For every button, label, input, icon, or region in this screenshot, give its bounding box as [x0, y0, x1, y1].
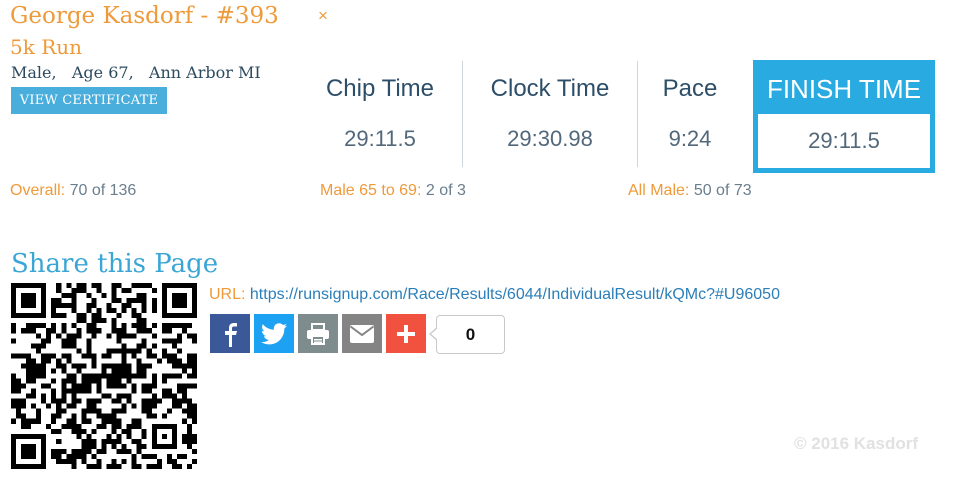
division-rank-label: Male 65 to 69:	[320, 182, 422, 199]
gender-rank-value: 50 of 73	[693, 182, 752, 199]
print-button[interactable]	[298, 314, 338, 353]
divider	[462, 61, 463, 167]
page-url: URL: https://runsignup.com/Race/Results/…	[209, 286, 780, 304]
finish-time-label: FINISH TIME	[766, 74, 922, 104]
runner-gender: Male,	[11, 63, 57, 82]
chip-time-value: 29:11.5	[344, 126, 416, 151]
overall-rank: Overall: 70 of 136	[10, 182, 136, 200]
runner-age: Age 67,	[71, 63, 134, 82]
finish-time-box: FINISH TIME 29:11.5	[753, 60, 935, 173]
twitter-share-button[interactable]	[254, 314, 294, 353]
division-rank: Male 65 to 69: 2 of 3	[320, 182, 466, 200]
runner-info: Male, Age 67, Ann Arbor MI	[11, 63, 261, 82]
clock-time-label: Clock Time	[490, 75, 610, 102]
overall-rank-value: 70 of 136	[69, 182, 137, 199]
division-rank-value: 2 of 3	[425, 182, 466, 199]
overall-rank-label: Overall:	[10, 182, 66, 199]
add-icon	[397, 324, 415, 343]
print-icon	[307, 322, 329, 345]
runner-location: Ann Arbor MI	[148, 63, 261, 82]
clock-time-value: 29:30.98	[507, 126, 593, 151]
gender-rank-label: All Male:	[628, 182, 690, 199]
qr-code	[11, 283, 197, 469]
runner-name: George Kasdorf - #393	[10, 3, 279, 29]
close-icon[interactable]: ×	[318, 6, 328, 26]
copyright-watermark: © 2016 Kasdorf	[794, 434, 919, 453]
share-count-pointer-inner	[431, 328, 438, 340]
more-share-button[interactable]	[386, 314, 426, 353]
gender-rank: All Male: 50 of 73	[628, 182, 752, 200]
finish-time-inner: 29:11.5	[758, 114, 930, 168]
event-name: 5k Run	[10, 35, 83, 59]
url-link[interactable]: https://runsignup.com/Race/Results/6044/…	[250, 286, 780, 303]
facebook-share-button[interactable]	[210, 314, 250, 353]
pace-label: Pace	[662, 75, 718, 102]
share-title: Share this Page	[11, 249, 219, 279]
email-share-button[interactable]	[342, 314, 382, 353]
email-icon	[349, 324, 375, 343]
pace-value: 9:24	[668, 126, 712, 151]
url-label: URL:	[209, 286, 246, 303]
finish-time-value: 29:11.5	[808, 128, 880, 153]
divider	[637, 61, 638, 167]
view-certificate-button[interactable]: VIEW CERTIFICATE	[11, 87, 167, 114]
twitter-icon	[261, 322, 287, 344]
facebook-icon	[225, 322, 237, 347]
share-count: 0	[436, 315, 505, 354]
chip-time-label: Chip Time	[325, 75, 435, 102]
